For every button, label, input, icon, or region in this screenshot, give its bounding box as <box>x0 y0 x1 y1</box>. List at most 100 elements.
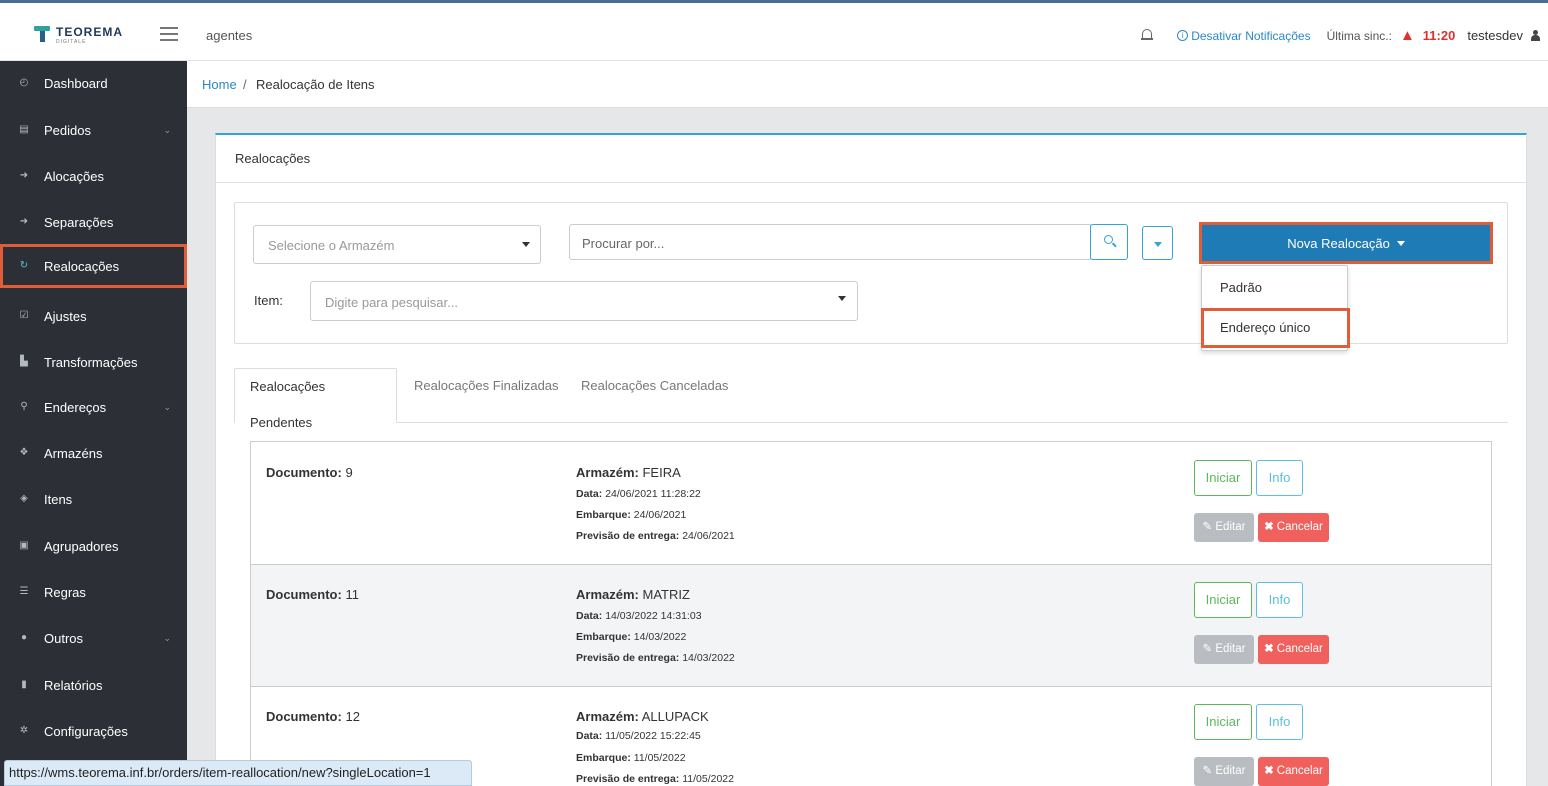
date: Data: 14/03/2022 14:31:03 <box>576 610 702 622</box>
menu-item-endereco-unico[interactable]: Endereço único <box>1201 308 1350 348</box>
sidebar-item-label: Realocações <box>44 258 120 274</box>
search-options-button[interactable] <box>1142 226 1173 260</box>
disable-notifications-link[interactable]: i Desativar Notificações <box>1177 29 1311 43</box>
iniciar-button[interactable]: Iniciar <box>1194 460 1252 496</box>
tab-canceladas[interactable]: Realocações Canceladas <box>581 368 728 423</box>
info-button[interactable]: Info <box>1256 704 1303 740</box>
sidebar-item-enderecos[interactable]: ⚲ Endereços ⌄ <box>0 385 187 429</box>
cubes-icon: ❖ <box>19 447 29 458</box>
document-label: Documento: <box>266 465 342 480</box>
sidebar-item-configuracoes[interactable]: ✲ Configurações <box>0 709 187 753</box>
last-sync-time: 11:20 <box>1422 28 1456 43</box>
shipment-value: 24/06/2021 <box>633 509 687 521</box>
bell-icon[interactable] <box>1141 29 1154 42</box>
editar-button[interactable]: ✎ Editar <box>1194 757 1254 786</box>
top-right-controls: i Desativar Notificações Última sinc.: ▲… <box>1141 27 1540 44</box>
warehouse-select[interactable]: Selecione o Armazém <box>253 225 541 264</box>
file-icon: ▮ <box>21 679 27 690</box>
sidebar-item-label: Ajustes <box>44 308 87 324</box>
delivery-value: 11/05/2022 <box>682 773 734 785</box>
editar-button[interactable]: ✎ Editar <box>1194 635 1254 664</box>
sidebar-item-label: Regras <box>44 584 86 600</box>
sidebar-item-label: Transformações <box>44 354 138 370</box>
document-number: Documento: 11 <box>266 587 359 602</box>
warehouse-select-placeholder: Selecione o Armazém <box>268 238 395 253</box>
iniciar-button[interactable]: Iniciar <box>1194 704 1252 740</box>
warehouse-value: ALLUPACK <box>641 709 709 724</box>
user-icon[interactable] <box>1531 30 1540 41</box>
search-input[interactable]: Procurar por... <box>569 224 1091 260</box>
info-button[interactable]: Info <box>1256 582 1303 618</box>
date-label: Data: <box>576 488 603 500</box>
menu-toggle-icon[interactable] <box>160 27 178 41</box>
card-title: Realocações <box>235 151 311 166</box>
sidebar-item-regras[interactable]: ☰ Regras <box>0 570 187 614</box>
tab-pendentes[interactable]: Realocações Pendentes <box>234 368 397 430</box>
sidebar-item-agrupadores[interactable]: ▣ Agrupadores <box>0 524 187 568</box>
nova-realocacao-button[interactable]: Nova Realocação <box>1199 222 1493 264</box>
date-label: Data: <box>576 730 603 742</box>
cancelar-button[interactable]: ✖ Cancelar <box>1258 757 1329 786</box>
shipment-value: 11/05/2022 <box>633 752 686 764</box>
sidebar-item-itens[interactable]: ◈ Itens <box>0 477 187 521</box>
document-number: Documento: 9 <box>266 465 353 480</box>
document-value: 11 <box>345 587 359 602</box>
editar-button[interactable]: ✎ Editar <box>1194 513 1254 542</box>
sidebar-item-dashboard[interactable]: ◴ Dashboard <box>0 61 187 105</box>
sidebar-item-ajustes[interactable]: ☑ Ajustes <box>0 294 187 338</box>
iniciar-button[interactable]: Iniciar <box>1194 582 1252 618</box>
search-icon-handle <box>1112 242 1117 248</box>
user-name[interactable]: testesdev <box>1467 28 1523 43</box>
warning-icon: ▲ <box>1399 27 1415 44</box>
sidebar-item-armazens[interactable]: ❖ Armazéns <box>0 431 187 475</box>
sidebar-item-label: Itens <box>44 491 73 507</box>
edit-icon: ✎ <box>1202 643 1213 655</box>
tab-label: Realocações Finalizadas <box>414 378 559 393</box>
logo[interactable]: TEOREMA DIGITALE <box>34 23 123 45</box>
agent-name: agentes <box>206 28 253 43</box>
caret-down-icon <box>1154 242 1162 247</box>
cancelar-label: Cancelar <box>1276 521 1323 533</box>
editar-label: Editar <box>1215 643 1246 655</box>
search-input-placeholder: Procurar por... <box>582 236 665 251</box>
delivery-value: 14/03/2022 <box>682 652 735 664</box>
sidebar-item-label: Armazéns <box>44 445 103 461</box>
sidebar-item-pedidos[interactable]: ▤ Pedidos ⌄ <box>0 108 187 152</box>
caret-down-icon <box>522 242 530 247</box>
close-icon: ✖ <box>1264 765 1274 777</box>
sidebar-item-realocacoes[interactable]: ↻ Realocações <box>0 244 187 288</box>
cancelar-button[interactable]: ✖ Cancelar <box>1258 513 1329 542</box>
caret-down-icon <box>838 296 846 301</box>
sidebar-item-relatorios[interactable]: ▮ Relatórios <box>0 663 187 707</box>
delivery-label: Previsão de entrega: <box>576 652 680 664</box>
edit-icon: ✎ <box>1202 521 1213 533</box>
info-button[interactable]: Info <box>1256 460 1303 496</box>
search-button[interactable] <box>1090 224 1128 260</box>
breadcrumb-home[interactable]: Home <box>202 77 237 92</box>
shipment: Embarque: 14/03/2022 <box>576 631 686 643</box>
warehouse: Armazém: FEIRA <box>576 465 681 480</box>
object-group-icon: ▣ <box>19 540 29 551</box>
tab-finalizadas[interactable]: Realocações Finalizadas <box>414 368 559 423</box>
info-icon: i <box>1177 30 1189 41</box>
sidebar-item-separacoes[interactable]: ➜ Separações <box>0 200 187 244</box>
shipment-label: Embarque: <box>576 631 631 643</box>
document-label: Documento: <box>266 709 342 724</box>
cancelar-button[interactable]: ✖ Cancelar <box>1258 635 1329 664</box>
date-value: 14/03/2022 14:31:03 <box>605 610 702 622</box>
menu-item-padrao[interactable]: Padrão <box>1202 268 1349 308</box>
tab-label: Realocações Canceladas <box>581 378 729 393</box>
sidebar-item-label: Separações <box>44 214 114 230</box>
warehouse: Armazém: ALLUPACK <box>576 709 709 724</box>
delivery-value: 24/06/2021 <box>682 530 735 542</box>
sidebar-item-transformacoes[interactable]: ▙ Transformações <box>0 340 187 384</box>
nova-realocacao-menu: Padrão Endereço único <box>1201 265 1350 351</box>
item-select[interactable]: Digite para pesquisar... <box>310 281 858 321</box>
sign-in-icon: ➜ <box>19 170 29 181</box>
table-row: Documento: 9 Armazém: FEIRA Data: 24/06/… <box>251 443 1491 565</box>
sidebar-item-label: Configurações <box>44 723 128 739</box>
date-label: Data: <box>576 610 603 622</box>
sidebar-item-alocacoes[interactable]: ➜ Alocações <box>0 154 187 198</box>
sidebar-item-outros[interactable]: ● Outros ⌄ <box>0 616 187 660</box>
editar-label: Editar <box>1215 765 1246 777</box>
